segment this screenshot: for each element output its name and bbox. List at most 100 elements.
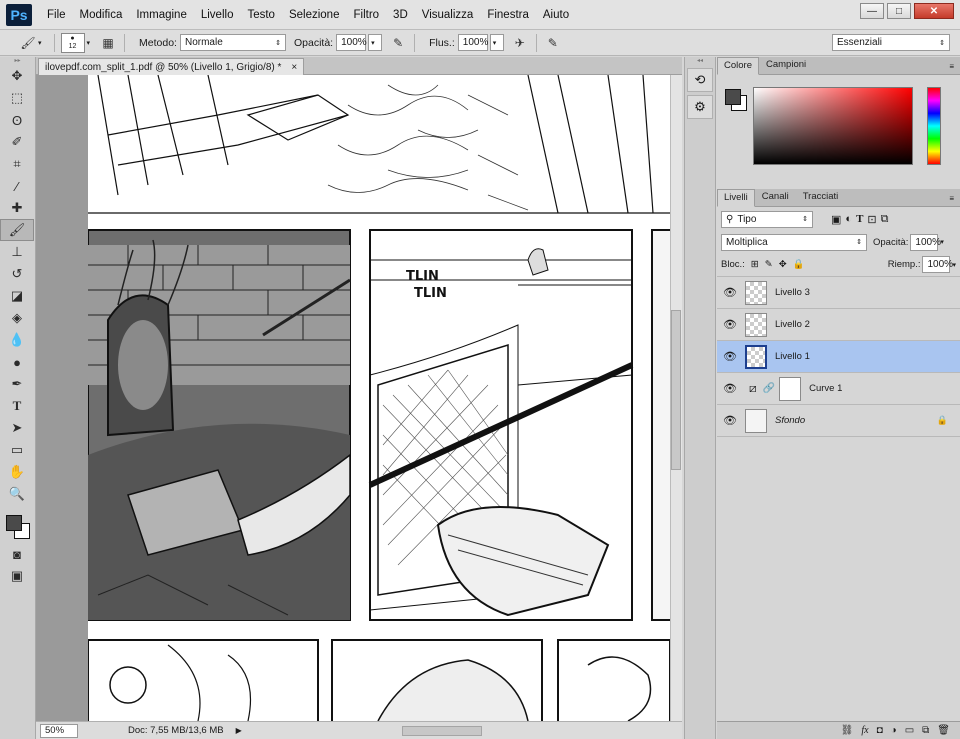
flow-input[interactable]: 100% [457,34,488,51]
opacity-input[interactable]: 100% [336,34,367,51]
zoom-field[interactable]: 50% [40,723,78,738]
history-panel-icon[interactable]: ⟲ [687,68,713,92]
layer-filter-select[interactable]: ⚲ Tipo ⇕ [721,210,813,228]
type-icon[interactable]: T [0,395,34,417]
link-layers-icon[interactable]: ⛓ [841,725,854,736]
tab-colore[interactable]: Colore [717,57,759,75]
opacity-slider-toggle[interactable]: ▾ [368,34,383,51]
hand-icon[interactable]: ✋ [0,461,34,483]
fx-icon[interactable]: fx [861,725,868,736]
eye-icon[interactable]: 👁 [717,414,743,427]
layer-row-curve-1[interactable]: 👁 ⧄ 🔗 Curve 1 [717,373,960,405]
menu-selezione[interactable]: Selezione [282,0,347,30]
workspace-select[interactable]: Essenziali ⇕ [832,34,950,51]
lock-all-icon[interactable]: 🔒 [793,259,805,270]
menu-visualizza[interactable]: Visualizza [415,0,481,30]
move-tool-icon[interactable]: ✥ [0,65,34,87]
filter-type-icon[interactable]: T [856,213,863,225]
properties-panel-icon[interactable]: ⚙ [687,95,713,119]
status-arrow-icon[interactable]: ▶ [236,726,242,735]
eraser-icon[interactable]: ◪ [0,285,34,307]
foreground-color-swatch[interactable] [725,89,741,105]
brush-icon[interactable]: 🖌 [0,219,34,241]
panel-grip[interactable]: ▸▸ [0,57,35,65]
minimize-button[interactable]: — [860,3,884,19]
menu-testo[interactable]: Testo [240,0,282,30]
close-button[interactable]: ✕ [914,3,954,19]
layer-blend-select[interactable]: Moltiplica ⇕ [721,233,867,251]
chevron-down-icon[interactable]: ▾ [952,261,956,269]
brush-picker-chevron-icon[interactable]: ▾ [87,39,91,47]
pressure-size-icon[interactable]: ✎ [543,34,563,52]
eye-icon[interactable]: 👁 [717,318,743,331]
adjustment-layer-icon[interactable]: ◑ [891,725,897,736]
marquee-icon[interactable]: ⬚ [0,87,34,109]
pressure-opacity-icon[interactable]: ✎ [388,34,408,52]
document-tab[interactable]: ilovepdf.com_split_1.pdf @ 50% (Livello … [38,58,305,75]
brush-panel-toggle-icon[interactable]: ▦ [98,34,118,52]
horizontal-scrollbar-thumb[interactable] [401,725,482,736]
layer-opacity-input[interactable]: 100% [910,233,941,251]
lasso-icon[interactable]: ʘ [0,109,34,131]
menu-immagine[interactable]: Immagine [129,0,194,30]
rectangle-icon[interactable]: ▭ [0,439,34,461]
new-layer-icon[interactable]: ⧉ [922,725,929,736]
lock-pixels-icon[interactable]: ✎ [765,259,773,270]
add-mask-icon[interactable]: ◘ [877,725,883,736]
foreground-color-swatch[interactable] [6,515,22,531]
eye-icon[interactable]: 👁 [717,286,743,299]
eyedropper-icon[interactable]: ⁄ [0,175,34,197]
menu-finestra[interactable]: Finestra [480,0,536,30]
quick-mask-icon[interactable]: ◙ [0,543,34,565]
tab-campioni[interactable]: Campioni [759,56,813,74]
blur-icon[interactable]: 💧 [0,329,34,351]
menu-modifica[interactable]: Modifica [73,0,130,30]
tab-tracciati[interactable]: Tracciati [796,188,846,206]
chevron-down-icon[interactable]: ▾ [940,238,944,246]
link-icon[interactable]: 🔗 [763,383,775,394]
layer-row-livello-3[interactable]: 👁 Livello 3 [717,277,960,309]
color-spectrum-field[interactable] [753,87,913,165]
crop-icon[interactable]: ⌗ [0,153,34,175]
brush-tool-preset-icon[interactable]: 🖌 [18,34,38,52]
bucket-icon[interactable]: ◈ [0,307,34,329]
layer-row-livello-2[interactable]: 👁 Livello 2 [717,309,960,341]
quick-select-icon[interactable]: ✐ [0,131,34,153]
eye-icon[interactable]: 👁 [717,350,743,363]
flow-slider-toggle[interactable]: ▾ [489,34,504,51]
filter-smart-icon[interactable]: ⧉ [881,213,889,226]
hue-slider[interactable] [927,87,941,165]
tab-livelli[interactable]: Livelli [717,189,755,207]
close-tab-icon[interactable]: × [291,62,297,73]
healing-icon[interactable]: ✚ [0,197,34,219]
lock-position-icon[interactable]: ✥ [779,259,787,270]
eye-icon[interactable]: 👁 [717,382,743,395]
panel-menu-icon[interactable]: ≡ [949,194,954,206]
color-swatches[interactable] [0,507,35,543]
comic-page[interactable]: TLIN TLIN [87,75,670,721]
fill-input[interactable]: 100% [922,256,953,273]
layer-mask-thumbnail[interactable] [779,376,802,401]
menu-3d[interactable]: 3D [386,0,415,30]
screen-mode-icon[interactable]: ▣ [0,565,34,587]
history-brush-icon[interactable]: ↺ [0,263,34,285]
layer-row-livello-1[interactable]: 👁 Livello 1 [717,341,960,373]
scrollbar-thumb[interactable] [671,310,681,470]
canvas-area[interactable]: TLIN TLIN [36,75,670,721]
zoom-icon[interactable]: 🔍 [0,483,34,505]
new-group-icon[interactable]: ▭ [905,725,914,736]
path-select-icon[interactable]: ➤ [0,417,34,439]
menu-aiuto[interactable]: Aiuto [536,0,576,30]
airbrush-icon[interactable]: ✈ [510,34,530,52]
tab-canali[interactable]: Canali [755,188,796,206]
menu-file[interactable]: File [40,0,73,30]
menu-filtro[interactable]: Filtro [346,0,386,30]
filter-adjustment-icon[interactable]: ◐ [845,213,852,225]
preset-chevron-icon[interactable]: ▾ [38,39,42,47]
layer-row-sfondo[interactable]: 👁 Sfondo 🔒 [717,405,960,437]
maximize-button[interactable]: □ [887,3,911,19]
panel-menu-icon[interactable]: ≡ [949,62,954,74]
filter-pixel-icon[interactable]: ▣ [831,213,841,226]
trash-icon[interactable]: 🗑 [937,725,950,736]
dodge-icon[interactable]: ● [0,351,34,373]
